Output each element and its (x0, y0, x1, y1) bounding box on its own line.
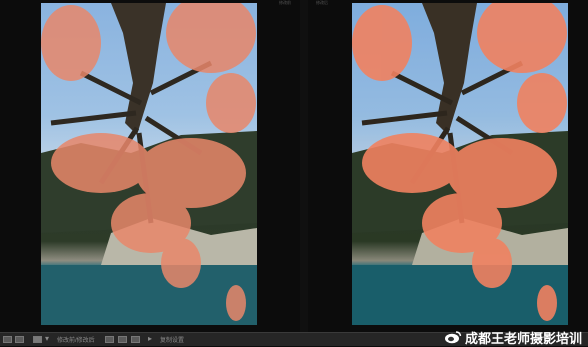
swap-button[interactable] (131, 336, 140, 343)
after-photo (352, 3, 568, 325)
grid-view-button[interactable] (3, 336, 12, 343)
arrow-right-icon[interactable]: ▸ (148, 334, 152, 343)
before-label: 修改前 (279, 0, 291, 5)
compare-view-button[interactable] (33, 336, 42, 343)
copy-settings-label[interactable]: 复制设置 (160, 335, 184, 344)
weibo-logo-icon (444, 331, 462, 344)
after-label: 修改后 (316, 0, 328, 5)
compare-mode-label[interactable]: 修改前/修改后 (57, 335, 95, 344)
watermark-text: 成都王老师摄影培训 (464, 331, 582, 347)
copy-after-to-before-button[interactable] (118, 336, 127, 343)
before-photo (41, 3, 257, 325)
maple-tree-image (41, 3, 257, 325)
pane-divider[interactable] (300, 0, 308, 332)
watermark: 成都王老师摄影培训 (444, 329, 582, 347)
maple-tree-image (352, 3, 568, 325)
loupe-view-button[interactable] (15, 336, 24, 343)
chevron-down-icon[interactable]: ▾ (45, 334, 49, 343)
copy-before-to-after-button[interactable] (105, 336, 114, 343)
